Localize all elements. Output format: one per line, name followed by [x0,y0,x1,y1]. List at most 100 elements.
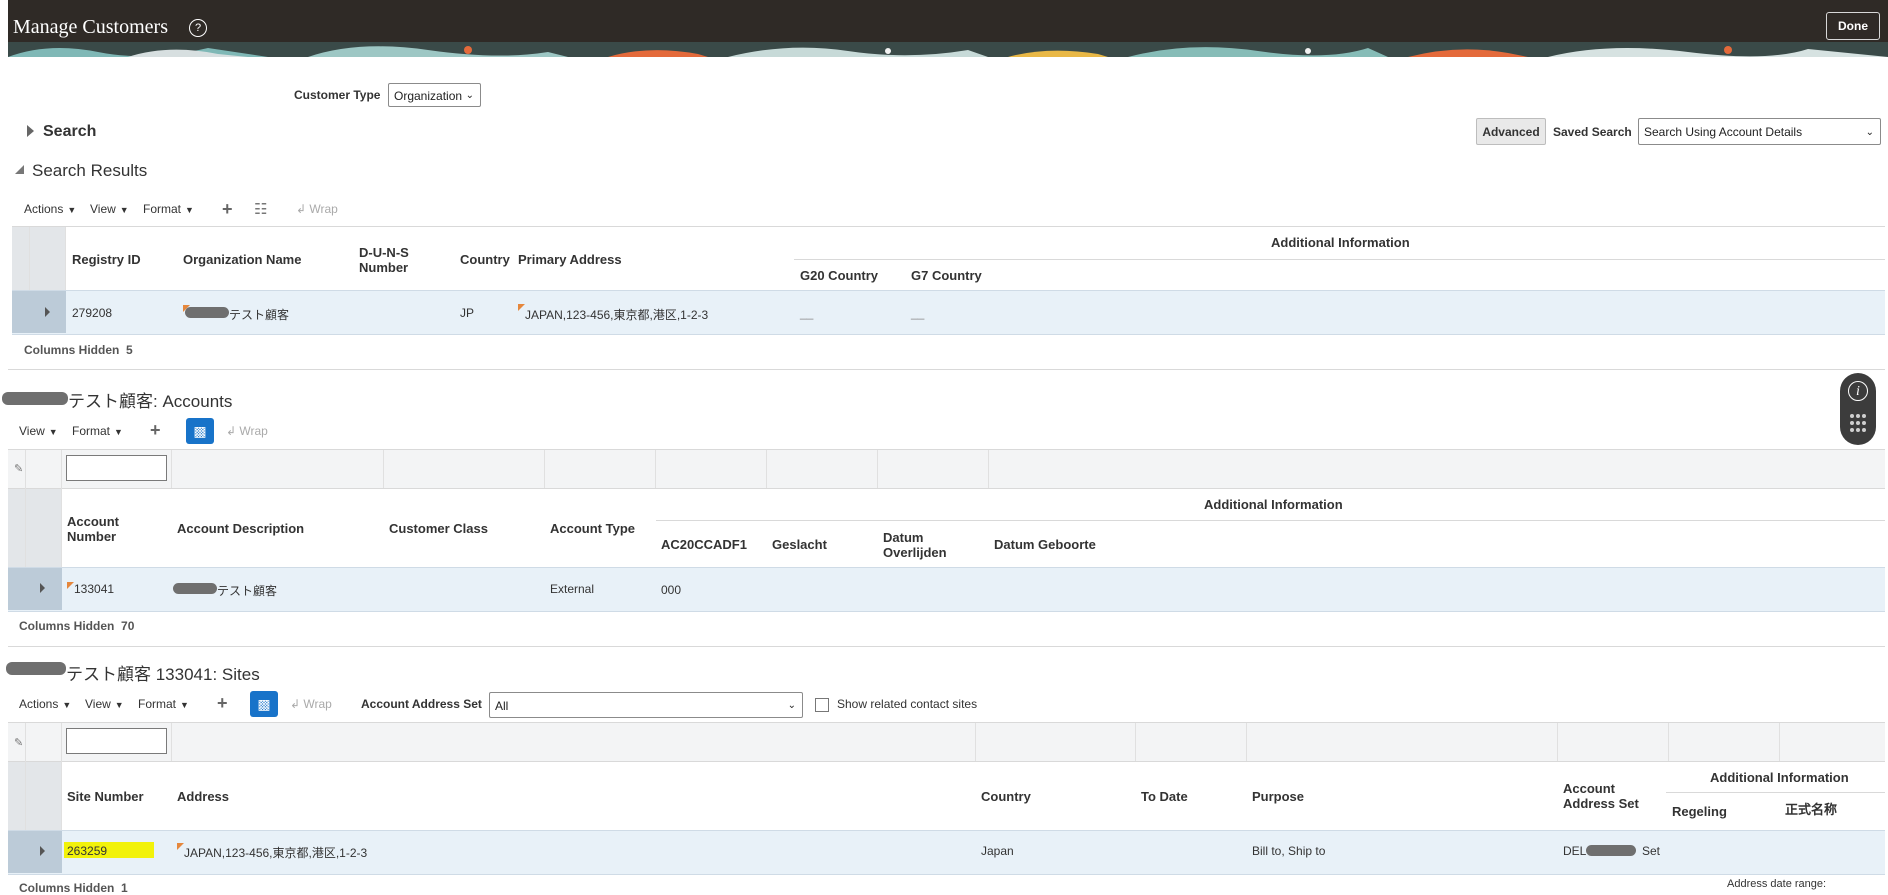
col-ac20ccadf1[interactable]: AC20CCADF1 [661,537,747,552]
add-icon[interactable]: + [217,693,228,714]
redacted-text [185,307,229,318]
done-button[interactable]: Done [1826,12,1880,40]
info-icon[interactable]: i [1848,381,1868,401]
col-address[interactable]: Address [177,789,229,804]
columns-hidden: Columns Hidden 5 [24,343,133,357]
country-value: Japan [981,844,1014,858]
show-related-checkbox[interactable] [815,698,829,712]
col-account-type[interactable]: Account Type [550,521,635,536]
account-address-set-value-b: Set [1642,844,1661,858]
site-number-filter[interactable] [66,728,167,754]
search-results-heading: Search Results [32,161,148,180]
col-country[interactable]: Country [460,252,510,267]
columns-hidden: Columns Hidden 70 [19,619,135,633]
wrap-button: ↲ Wrap [226,424,268,438]
wrap-button: ↲ Wrap [290,697,332,711]
filter-row [8,450,1885,488]
col-datum-geboorte[interactable]: Datum Geboorte [994,537,1096,552]
col-account-description[interactable]: Account Description [177,521,304,536]
expand-row-icon[interactable] [40,846,45,856]
col-account-number[interactable]: Account Number [67,514,147,544]
saved-search-value: Search Using Account Details [1644,125,1803,139]
purpose-value: Bill to, Ship to [1252,844,1326,858]
format-menu[interactable]: Format ▼ [138,697,189,711]
freeze-columns-icon[interactable]: ☷ [254,200,267,218]
clear-filter-icon[interactable]: ✎ [14,736,23,749]
search-heading[interactable]: Search [43,123,96,141]
customer-type-select[interactable]: Organization ⌄ [388,83,481,107]
filter-row [8,723,1885,761]
account-number-link[interactable]: 133041 [74,582,114,596]
wrap-icon: ↲ [296,202,307,216]
col-g7-country[interactable]: G7 Country [911,268,982,283]
view-menu[interactable]: View ▼ [19,424,58,438]
col-purpose[interactable]: Purpose [1252,789,1304,804]
registry-id-link[interactable]: 279208 [72,306,112,320]
primary-address-value: JAPAN,123-456,東京都,港区,1-2-3 [525,308,709,322]
col-organization-name[interactable]: Organization Name [183,252,301,267]
chevron-down-icon: ⌄ [787,700,796,711]
col-registry-id[interactable]: Registry ID [72,252,141,267]
col-to-date[interactable]: To Date [1141,789,1188,804]
format-menu[interactable]: Format ▼ [143,202,194,216]
redacted-text [6,662,66,675]
additional-info-header: Additional Information [1271,235,1410,250]
columns-hidden: Columns Hidden 1 [19,881,128,895]
add-icon[interactable]: + [150,420,161,441]
wrap-button: ↲ Wrap [296,202,338,216]
accounts-heading: テスト顧客: Accounts [68,392,233,411]
view-menu[interactable]: View ▼ [85,697,124,711]
flag-icon [177,843,184,850]
account-description-link[interactable]: テスト顧客 [217,582,277,599]
account-address-set-select[interactable]: All ⌄ [489,692,803,718]
format-menu[interactable]: Format ▼ [72,424,123,438]
actions-menu[interactable]: Actions ▼ [19,697,71,711]
query-by-example-icon[interactable]: ▩ [250,691,278,717]
additional-info-header: Additional Information [1710,770,1849,785]
chevron-down-icon: ⌄ [465,90,474,101]
flag-icon [67,582,74,589]
customer-type-label: Customer Type [294,88,381,102]
col-seishiki-meisho[interactable]: 正式名称 [1785,802,1837,817]
saved-search-select[interactable]: Search Using Account Details ⌄ [1638,118,1881,145]
redacted-text [2,392,68,405]
table-row[interactable] [12,290,1885,335]
floating-assistant[interactable]: i [1840,373,1876,445]
page-title: Manage Customers [13,16,168,38]
col-g20-country[interactable]: G20 Country [800,268,878,283]
wrap-icon: ↲ [226,424,237,438]
col-geslacht[interactable]: Geslacht [772,537,827,552]
view-menu[interactable]: View ▼ [90,202,129,216]
country-value: JP [460,306,475,320]
col-primary-address[interactable]: Primary Address [518,252,622,267]
page-header: Manage Customers ? Done [8,0,1888,57]
organization-name-link[interactable]: テスト顧客 [229,306,289,323]
add-icon[interactable]: + [222,199,233,220]
show-related-label[interactable]: Show related contact sites [837,697,977,711]
col-account-address-set[interactable]: Account Address Set [1563,781,1653,811]
help-icon[interactable]: ? [189,19,207,37]
col-site-number[interactable]: Site Number [67,789,144,804]
additional-info-header: Additional Information [1204,497,1343,512]
table-row[interactable] [8,567,1885,612]
account-address-set-value: All [495,699,509,713]
actions-menu[interactable]: Actions ▼ [24,202,76,216]
search-disclosure-icon[interactable] [27,125,34,137]
col-regeling[interactable]: Regeling [1672,804,1727,819]
advanced-button[interactable]: Advanced [1476,118,1546,145]
saved-search-label: Saved Search [1553,125,1632,139]
results-collapse-icon[interactable] [15,165,24,174]
query-by-example-icon[interactable]: ▩ [186,418,214,444]
clear-filter-icon[interactable]: ✎ [14,462,23,475]
expand-row-icon[interactable] [45,307,50,317]
wrap-icon: ↲ [290,697,301,711]
account-number-filter[interactable] [66,455,167,481]
col-country[interactable]: Country [981,789,1031,804]
col-datum-overlijden[interactable]: Datum Overlijden [883,530,963,560]
col-duns-number[interactable]: D-U-N-S Number [359,245,424,275]
redacted-text [1586,845,1636,856]
expand-row-icon[interactable] [40,583,45,593]
col-customer-class[interactable]: Customer Class [389,521,488,536]
grid-dots-icon[interactable] [1849,413,1867,437]
site-number-link[interactable]: 263259 [67,844,107,858]
